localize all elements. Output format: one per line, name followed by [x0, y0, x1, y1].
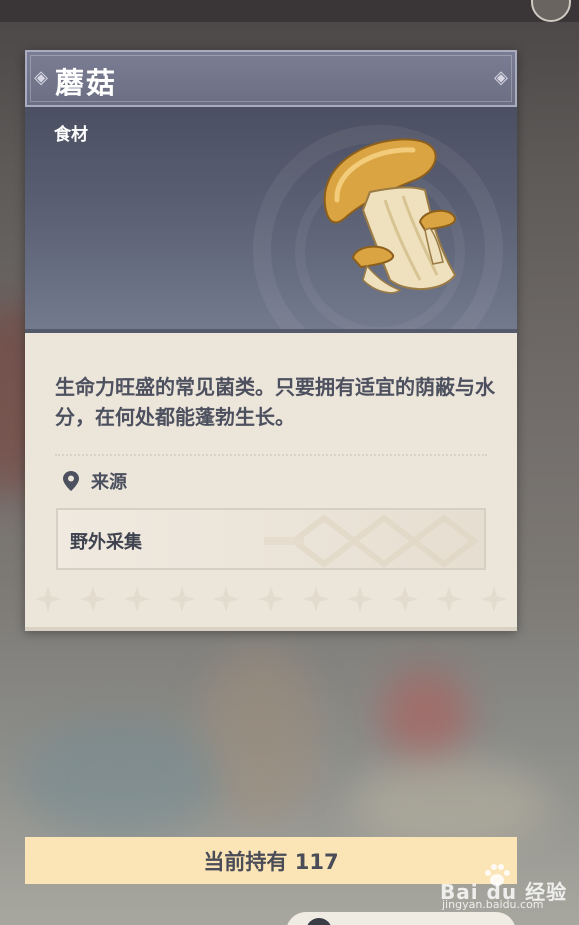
card-bottom-pattern	[35, 586, 507, 616]
decor-star-icon	[302, 586, 329, 612]
decor-star-icon	[391, 586, 418, 612]
source-pattern	[264, 514, 479, 568]
location-pin-icon	[63, 471, 79, 491]
decor-star-icon	[168, 586, 195, 612]
item-description: 生命力旺盛的常见菌类。只要拥有适宜的荫蔽与水分，在何处都能蓬勃生长。	[55, 375, 495, 429]
decor-star-icon	[35, 586, 61, 612]
decor-star-icon	[347, 586, 374, 612]
decor-star-icon	[436, 586, 463, 612]
decor-star-icon	[79, 586, 106, 612]
source-entry[interactable]: 野外采集	[56, 508, 486, 570]
title-ornament-icon: ◈	[34, 67, 48, 88]
header-divider	[25, 329, 517, 333]
source-label: 来源	[91, 472, 127, 493]
baidu-watermark: Bai du 经验 jingyan.baidu.com	[440, 862, 570, 912]
decor-star-icon	[257, 586, 284, 612]
decor-star-icon	[480, 586, 507, 612]
item-name: 蘑菇	[55, 66, 118, 100]
item-header: 食材	[25, 107, 517, 329]
background-blob	[380, 670, 470, 760]
background-blob	[20, 720, 220, 840]
item-detail-card: ◈ 蘑菇 ◈ 食材 生命力旺盛的常见菌类。只要拥有适宜的荫蔽与水分，在何处都能蓬…	[25, 50, 517, 631]
item-category: 食材	[54, 125, 88, 145]
source-name: 野外采集	[70, 532, 142, 553]
section-divider	[55, 454, 487, 456]
mushroom-icon	[323, 138, 457, 294]
decor-star-icon	[213, 586, 240, 612]
watermark-url: jingyan.baidu.com	[442, 898, 544, 911]
top-strip	[0, 0, 579, 22]
title-bar: ◈ 蘑菇 ◈	[25, 50, 517, 107]
background-blob	[200, 650, 320, 820]
title-ornament-icon: ◈	[494, 67, 508, 88]
source-section-header: 来源	[63, 468, 127, 494]
card-bottom-border	[25, 627, 517, 631]
decor-star-icon	[124, 586, 151, 612]
holding-count: 当前持有 117	[203, 849, 339, 874]
